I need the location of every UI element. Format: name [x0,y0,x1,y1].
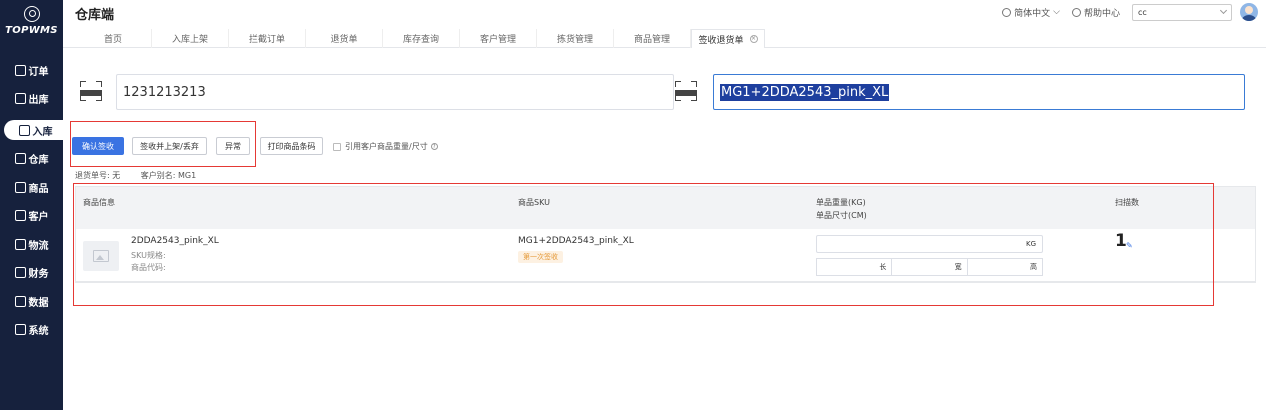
avatar[interactable] [1240,3,1258,21]
help-center-link[interactable]: 帮助中心 [1071,6,1120,19]
height-input[interactable]: 高 [967,258,1043,276]
product-code: 商品代码: [131,263,166,272]
sidebar-item-customers[interactable]: 客户 [0,205,63,225]
system-icon [14,323,26,335]
sidebar-item-logistics[interactable]: 物流 [0,234,63,254]
tab-customer-mgmt[interactable]: 客户管理 [460,29,537,48]
finance-icon [14,266,26,278]
customer-alias: 客户别名: MG1 [140,171,197,180]
sidebar-item-system[interactable]: 系统 [0,319,63,339]
return-number: 退货单号: 无 [75,171,121,180]
globe-icon [1002,7,1012,17]
sidebar-item-products[interactable]: 商品 [0,177,63,197]
products-icon [14,181,26,193]
weight-input[interactable]: KG [816,235,1043,253]
col-sku: 商品SKU [518,198,550,207]
customers-icon [14,209,26,221]
status-badge: 第一次签收 [518,251,563,263]
items-table: 商品信息 商品SKU 单品重量(KG) 单品尺寸(CM) 扫描数 2DDA254… [75,186,1256,283]
logo: TOPWMS [0,6,63,36]
size-inputs: 长 宽 高 [816,258,1043,276]
confirm-sign-button[interactable]: 确认签收 [72,137,124,155]
sku-scan-input[interactable]: MG1+2DDA2543_pink_XL [713,74,1245,110]
return-no-scan-input[interactable]: 1231213213 [116,74,674,110]
sidebar: TOPWMS 订单 出库 入库 仓库 商品 客户 物流 财务 数据 系统 [0,0,67,410]
scan-icon [80,81,102,101]
sidebar-item-outbound[interactable]: 出库 [0,88,63,108]
logo-icon [23,6,40,22]
return-info: 退货单号: 无 客户别名: MG1 [75,170,196,181]
header: 仓库端 简体中文 ⌵ 帮助中心 cc 首页 入库上架 拦截订单 退货单 库存查询… [63,0,1266,48]
tab-bar: 首页 入库上架 拦截订单 退货单 库存查询 客户管理 拣货管理 商品管理 签收退… [75,29,765,48]
logo-text: TOPWMS [5,25,58,36]
edit-icon[interactable]: ✎ [1126,242,1134,250]
sidebar-item-warehouse[interactable]: 仓库 [0,148,63,168]
help-icon[interactable]: ? [430,143,438,150]
main-content: 1231213213 MG1+2DDA2543_pink_XL 确认签收 签收并… [63,48,1266,410]
help-icon [1071,7,1081,17]
col-unit-weight: 单品重量(KG) [816,198,866,207]
print-barcode-button[interactable]: 打印商品条码 [260,137,323,155]
width-input[interactable]: 宽 [892,258,968,276]
col-unit-size: 单品尺寸(CM) [816,211,867,220]
orders-icon [14,64,26,76]
exception-button[interactable]: 异常 [216,137,250,155]
tab-sign-return[interactable]: 签收退货单 × [691,29,765,48]
sidebar-item-data[interactable]: 数据 [0,291,63,311]
sidebar-item-finance[interactable]: 财务 [0,262,63,282]
table-row: 2DDA2543_pink_XL SKU规格: 商品代码: MG1+2DDA25… [76,229,1255,282]
chevron-down-icon: ⌵ [1053,7,1060,17]
sidebar-item-inbound[interactable]: 入库 [4,120,67,140]
col-scan-count: 扫描数 [1115,198,1139,207]
warehouse-icon [14,152,26,164]
product-sku: MG1+2DDA2543_pink_XL [518,236,634,246]
sidebar-item-orders[interactable]: 订单 [0,60,63,80]
logistics-icon [14,238,26,250]
tab-inventory[interactable]: 库存查询 [383,29,460,48]
data-icon [14,295,26,307]
sign-shelve-discard-button[interactable]: 签收并上架/丢弃 [132,137,207,155]
app-title: 仓库端 [75,8,115,23]
tab-home[interactable]: 首页 [75,29,152,48]
language-selector[interactable]: 简体中文 ⌵ [1002,6,1060,19]
product-name: 2DDA2543_pink_XL [131,236,219,246]
outbound-icon [14,92,26,104]
product-image-placeholder [83,241,119,271]
checkbox-icon[interactable] [333,142,341,151]
header-right: 简体中文 ⌵ 帮助中心 cc [1002,3,1258,21]
use-customer-dims-checkbox[interactable]: 引用客户商品重量/尺寸 ? [333,141,438,152]
tab-product-mgmt[interactable]: 商品管理 [614,29,691,48]
chevron-down-icon [1219,6,1228,15]
sku-spec: SKU规格: [131,251,166,260]
user-select[interactable]: cc [1132,3,1232,21]
tab-picking-mgmt[interactable]: 拣货管理 [537,29,614,48]
close-icon[interactable]: × [749,35,758,43]
length-input[interactable]: 长 [816,258,893,276]
tab-intercept-orders[interactable]: 拦截订单 [229,29,306,48]
tab-returns[interactable]: 退货单 [306,29,383,48]
scan-icon [675,81,697,101]
image-icon [93,250,109,262]
inbound-icon [18,124,30,136]
tab-inbound-shelving[interactable]: 入库上架 [152,29,229,48]
col-product-info: 商品信息 [83,198,115,207]
table-header: 商品信息 商品SKU 单品重量(KG) 单品尺寸(CM) 扫描数 [76,187,1255,229]
